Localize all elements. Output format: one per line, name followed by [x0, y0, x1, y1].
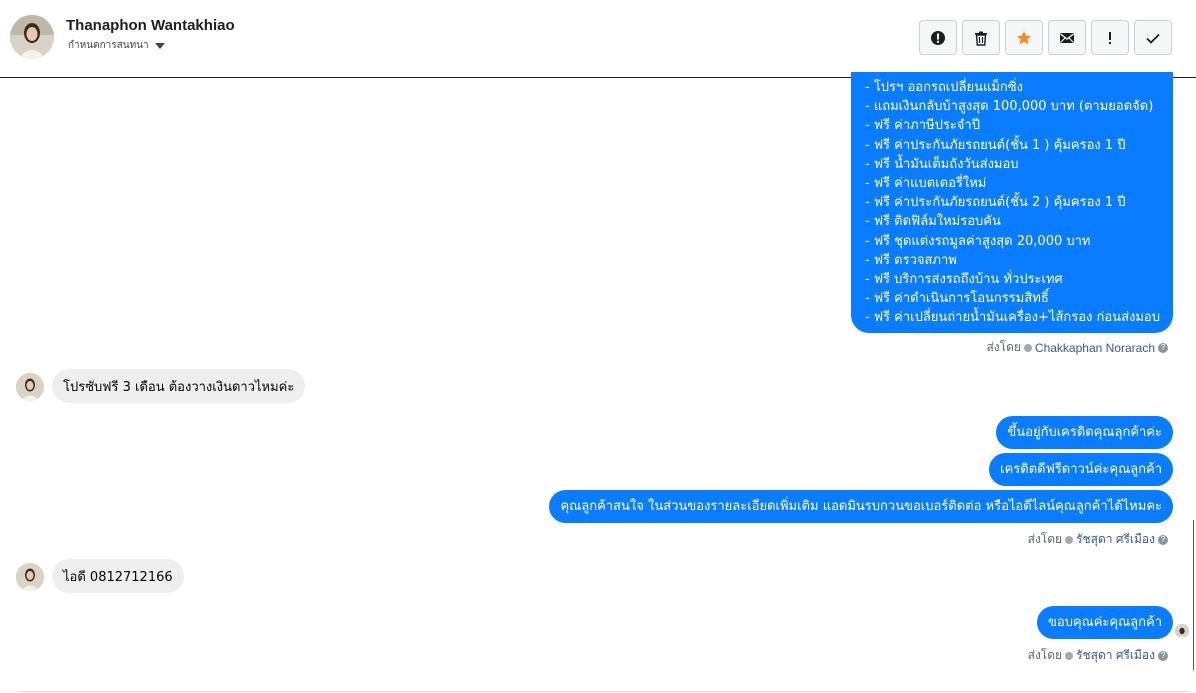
sent-by-info: ส่งโดย รัชสุดา ศรีเมือง ? [1028, 530, 1168, 549]
star-button[interactable] [1005, 20, 1043, 55]
envelope-icon [1060, 32, 1074, 43]
contact-name[interactable]: Thanaphon Wantakhiao [66, 17, 235, 34]
promo-line: - ฟรี ติดฟิล์มใหม่รอบคัน [865, 214, 1001, 230]
conversation-status-label: กำหนดการสนทนา [68, 40, 149, 51]
sent-by-info: ส่งโดย รัชสุดา ศรีเมือง ? [1028, 646, 1168, 665]
conversation-status-dropdown[interactable]: กำหนดการสนทนา [68, 38, 165, 53]
star-icon [1017, 30, 1031, 44]
verified-icon [1065, 535, 1074, 544]
help-icon[interactable]: ? [1158, 342, 1168, 353]
outgoing-message: คุณลูกค้าสนใจ ในส่วนของรายละเอียดเพิ่มเต… [549, 490, 1173, 523]
contact-avatar[interactable] [10, 15, 54, 59]
sender-name[interactable]: รัชสุดา ศรีเมือง [1076, 646, 1155, 665]
trash-icon [975, 31, 987, 46]
outgoing-message: เครดิตดีฟรีดาวน์ค่ะคุณลูกค้า [989, 453, 1173, 486]
promo-line: - ฟรี ค่าประกันภัยรถยนต์(ชั้น 2 ) คุ้มคร… [865, 195, 1126, 211]
sent-by-label: ส่งโดย [1027, 648, 1063, 662]
sent-by-label: ส่งโดย [986, 340, 1021, 354]
verified-icon [1065, 651, 1074, 660]
promo-line: - ฟรี ค่าดำเนินการโอนกรรมสิทธิ์ [865, 291, 1049, 307]
help-icon[interactable]: ? [1158, 650, 1168, 661]
promo-line: - ฟรี ชุดแต่งรถมูลค่าสูงสุด 20,000 บาท [865, 233, 1091, 249]
promo-line: - ฟรี ค่าเปลี่ยนถ่ายน้ำมันเครื่อง+ไส้กรอ… [865, 310, 1160, 326]
promo-line: - ฟรี น้ำมันเต็มถังวันส่งมอบ [865, 156, 1019, 172]
promo-line: - ฟรี ค่าประกันภัยรถยนต์(ชั้น 1 ) คุ้มคร… [865, 137, 1126, 153]
promo-line: - โปรฯ ออกรถเปลี่ยนแม็กซิ่ง [865, 80, 1023, 95]
mark-unread-button[interactable] [1048, 20, 1086, 55]
help-icon[interactable]: ? [1158, 534, 1168, 545]
seen-avatar [1175, 624, 1189, 638]
conversation-header: Thanaphon Wantakhiao กำหนดการสนทนา [0, 0, 1196, 78]
sender-name[interactable]: รัชสุดา ศรีเมือง [1076, 530, 1155, 549]
conversation-toolbar [919, 20, 1172, 55]
sent-by-label: ส่งโดย [1027, 532, 1063, 546]
scrollbar[interactable] [1193, 520, 1194, 670]
promo-line: - ฟรี ตรวจสภาพ [865, 252, 957, 268]
verified-icon [1023, 343, 1032, 352]
composer-divider [18, 691, 1188, 692]
promo-line: - แถมเงินกลับบ้าสูงสุด 100,000 บาท (ตามย… [865, 99, 1154, 115]
mark-spam-button[interactable] [919, 20, 957, 55]
delete-button[interactable] [962, 20, 1000, 55]
caret-down-icon [154, 42, 165, 49]
sender-name[interactable]: Chakkaphan Norarach [1035, 341, 1155, 355]
outgoing-message-promo-list: - โปรฯ ออกรถเปลี่ยนแม็กซิ่ง - แถมเงินกลั… [851, 72, 1173, 333]
mark-done-button[interactable] [1134, 20, 1172, 55]
incoming-message: ไอดี 0812712166 [52, 559, 184, 593]
promo-line: - ฟรี ค่าภาษีประจำปี [865, 118, 980, 134]
outgoing-message: ขอบคุณค่ะคุณลูกค้า [1037, 606, 1173, 639]
outgoing-message: ขึ้นอยู่กับเครดิตคุณลุกค้าค่ะ [996, 416, 1173, 449]
sent-by-info: ส่งโดย Chakkaphan Norarach ? [986, 338, 1168, 357]
exclamation-icon [1109, 31, 1111, 44]
contact-avatar-small [16, 373, 44, 401]
message-thread: - โปรฯ ออกรถเปลี่ยนแม็กซิ่ง - แถมเงินกลั… [0, 72, 1196, 693]
incoming-message: โปรซับฟรี 3 เดือน ต้องวางเงินดาวไหมค่ะ [52, 369, 306, 403]
follow-up-button[interactable] [1091, 20, 1129, 55]
promo-line: - ฟรี บริการส่งรถถึงบ้าน ทั่วประเทศ [865, 272, 1063, 288]
alert-circle-icon [931, 30, 945, 45]
check-icon [1146, 33, 1160, 44]
promo-line: - ฟรี ค่าแบตเตอรี่ใหม่ [865, 176, 987, 192]
contact-avatar-small [16, 563, 44, 591]
